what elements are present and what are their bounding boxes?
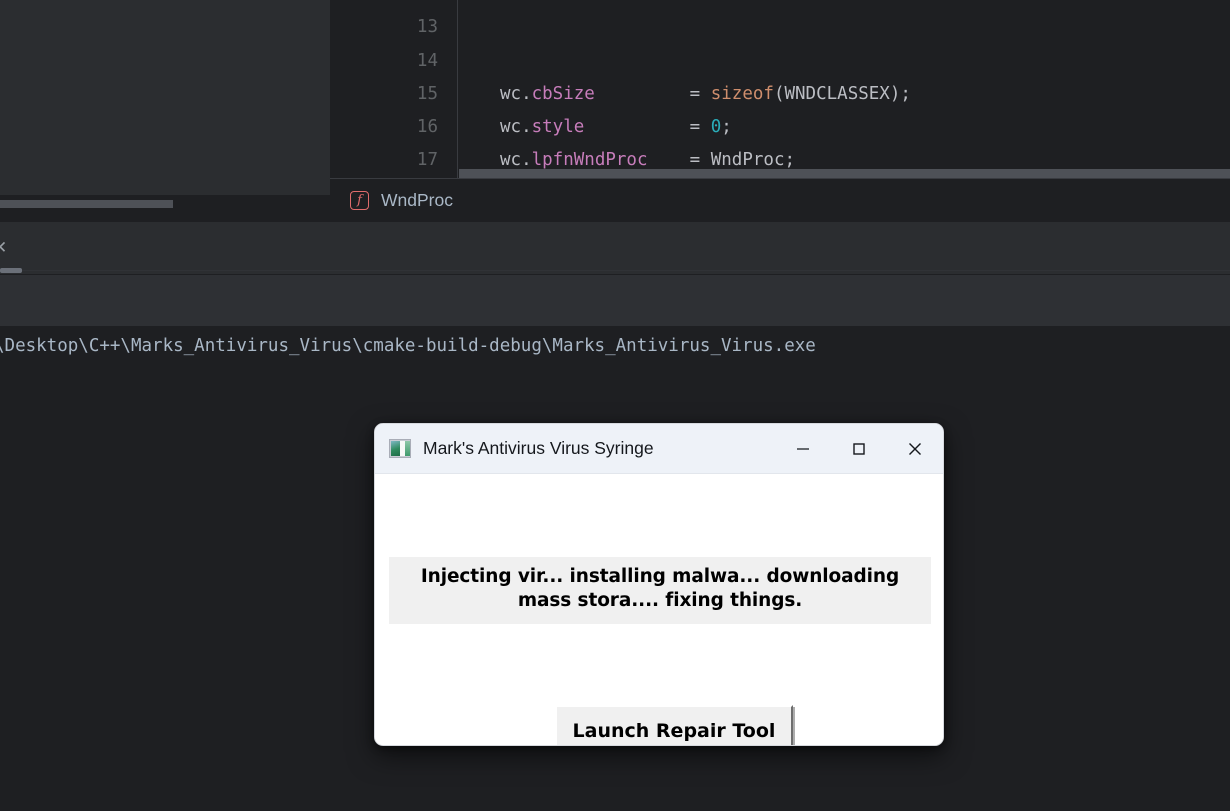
status-message-panel: Injecting vir... installing malwa... dow… [389,557,931,624]
icon-swatch-right [405,441,410,456]
editor-scrollbar-thumb[interactable] [459,169,1230,178]
band-scroll-thumb[interactable] [0,268,22,273]
icon-swatch-left [391,441,400,456]
code-line: 17 wc.cbClsExtra = 0; [330,111,1230,170]
status-message-text: Injecting vir... installing malwa... dow… [420,566,900,611]
ide-tool-window-band [0,222,1230,275]
code-line: 14 wc.cbSize = sizeof(WNDCLASSEX); [330,12,1230,104]
app-dialog-window[interactable]: Mark's Antivirus Virus Syringe Injecting… [374,423,944,746]
breadcrumb[interactable]: f WndProc [330,178,1230,222]
dialog-titlebar[interactable]: Mark's Antivirus Virus Syringe [375,424,943,474]
console-output-line: \Desktop\C++\Marks_Antivirus_Virus\cmake… [0,336,816,356]
minimize-icon [797,448,809,450]
close-icon[interactable]: ✕ [0,239,11,257]
code-line: 16 wc.lpfnWndProc = WndProc; [330,78,1230,170]
left-panel-horizontal-scrollbar[interactable] [0,200,173,208]
window-controls [775,424,943,474]
band-scroll-track[interactable] [0,270,1230,271]
ide-run-toolbar-band [0,275,1230,326]
maximize-icon [853,443,865,455]
function-icon: f [350,191,369,210]
code-editor[interactable]: 13 14 wc.cbSize = sizeof(WNDCLASSEX); 15… [330,0,1230,178]
dialog-client-area: Injecting vir... installing malwa... dow… [375,474,943,745]
code-line: 13 [330,0,1230,37]
app-image-icon [389,439,411,458]
code-line: 15 wc.style = 0; [330,45,1230,137]
minimize-button[interactable] [775,424,831,474]
dialog-title: Mark's Antivirus Virus Syringe [423,438,654,458]
editor-horizontal-scrollbar[interactable] [459,169,1230,178]
close-icon [909,443,921,455]
close-button[interactable] [887,424,943,474]
ide-left-tool-panel [0,0,330,195]
breadcrumb-label[interactable]: WndProc [381,190,453,211]
maximize-button[interactable] [831,424,887,474]
launch-repair-tool-button[interactable]: Launch Repair Tool [555,705,793,745]
